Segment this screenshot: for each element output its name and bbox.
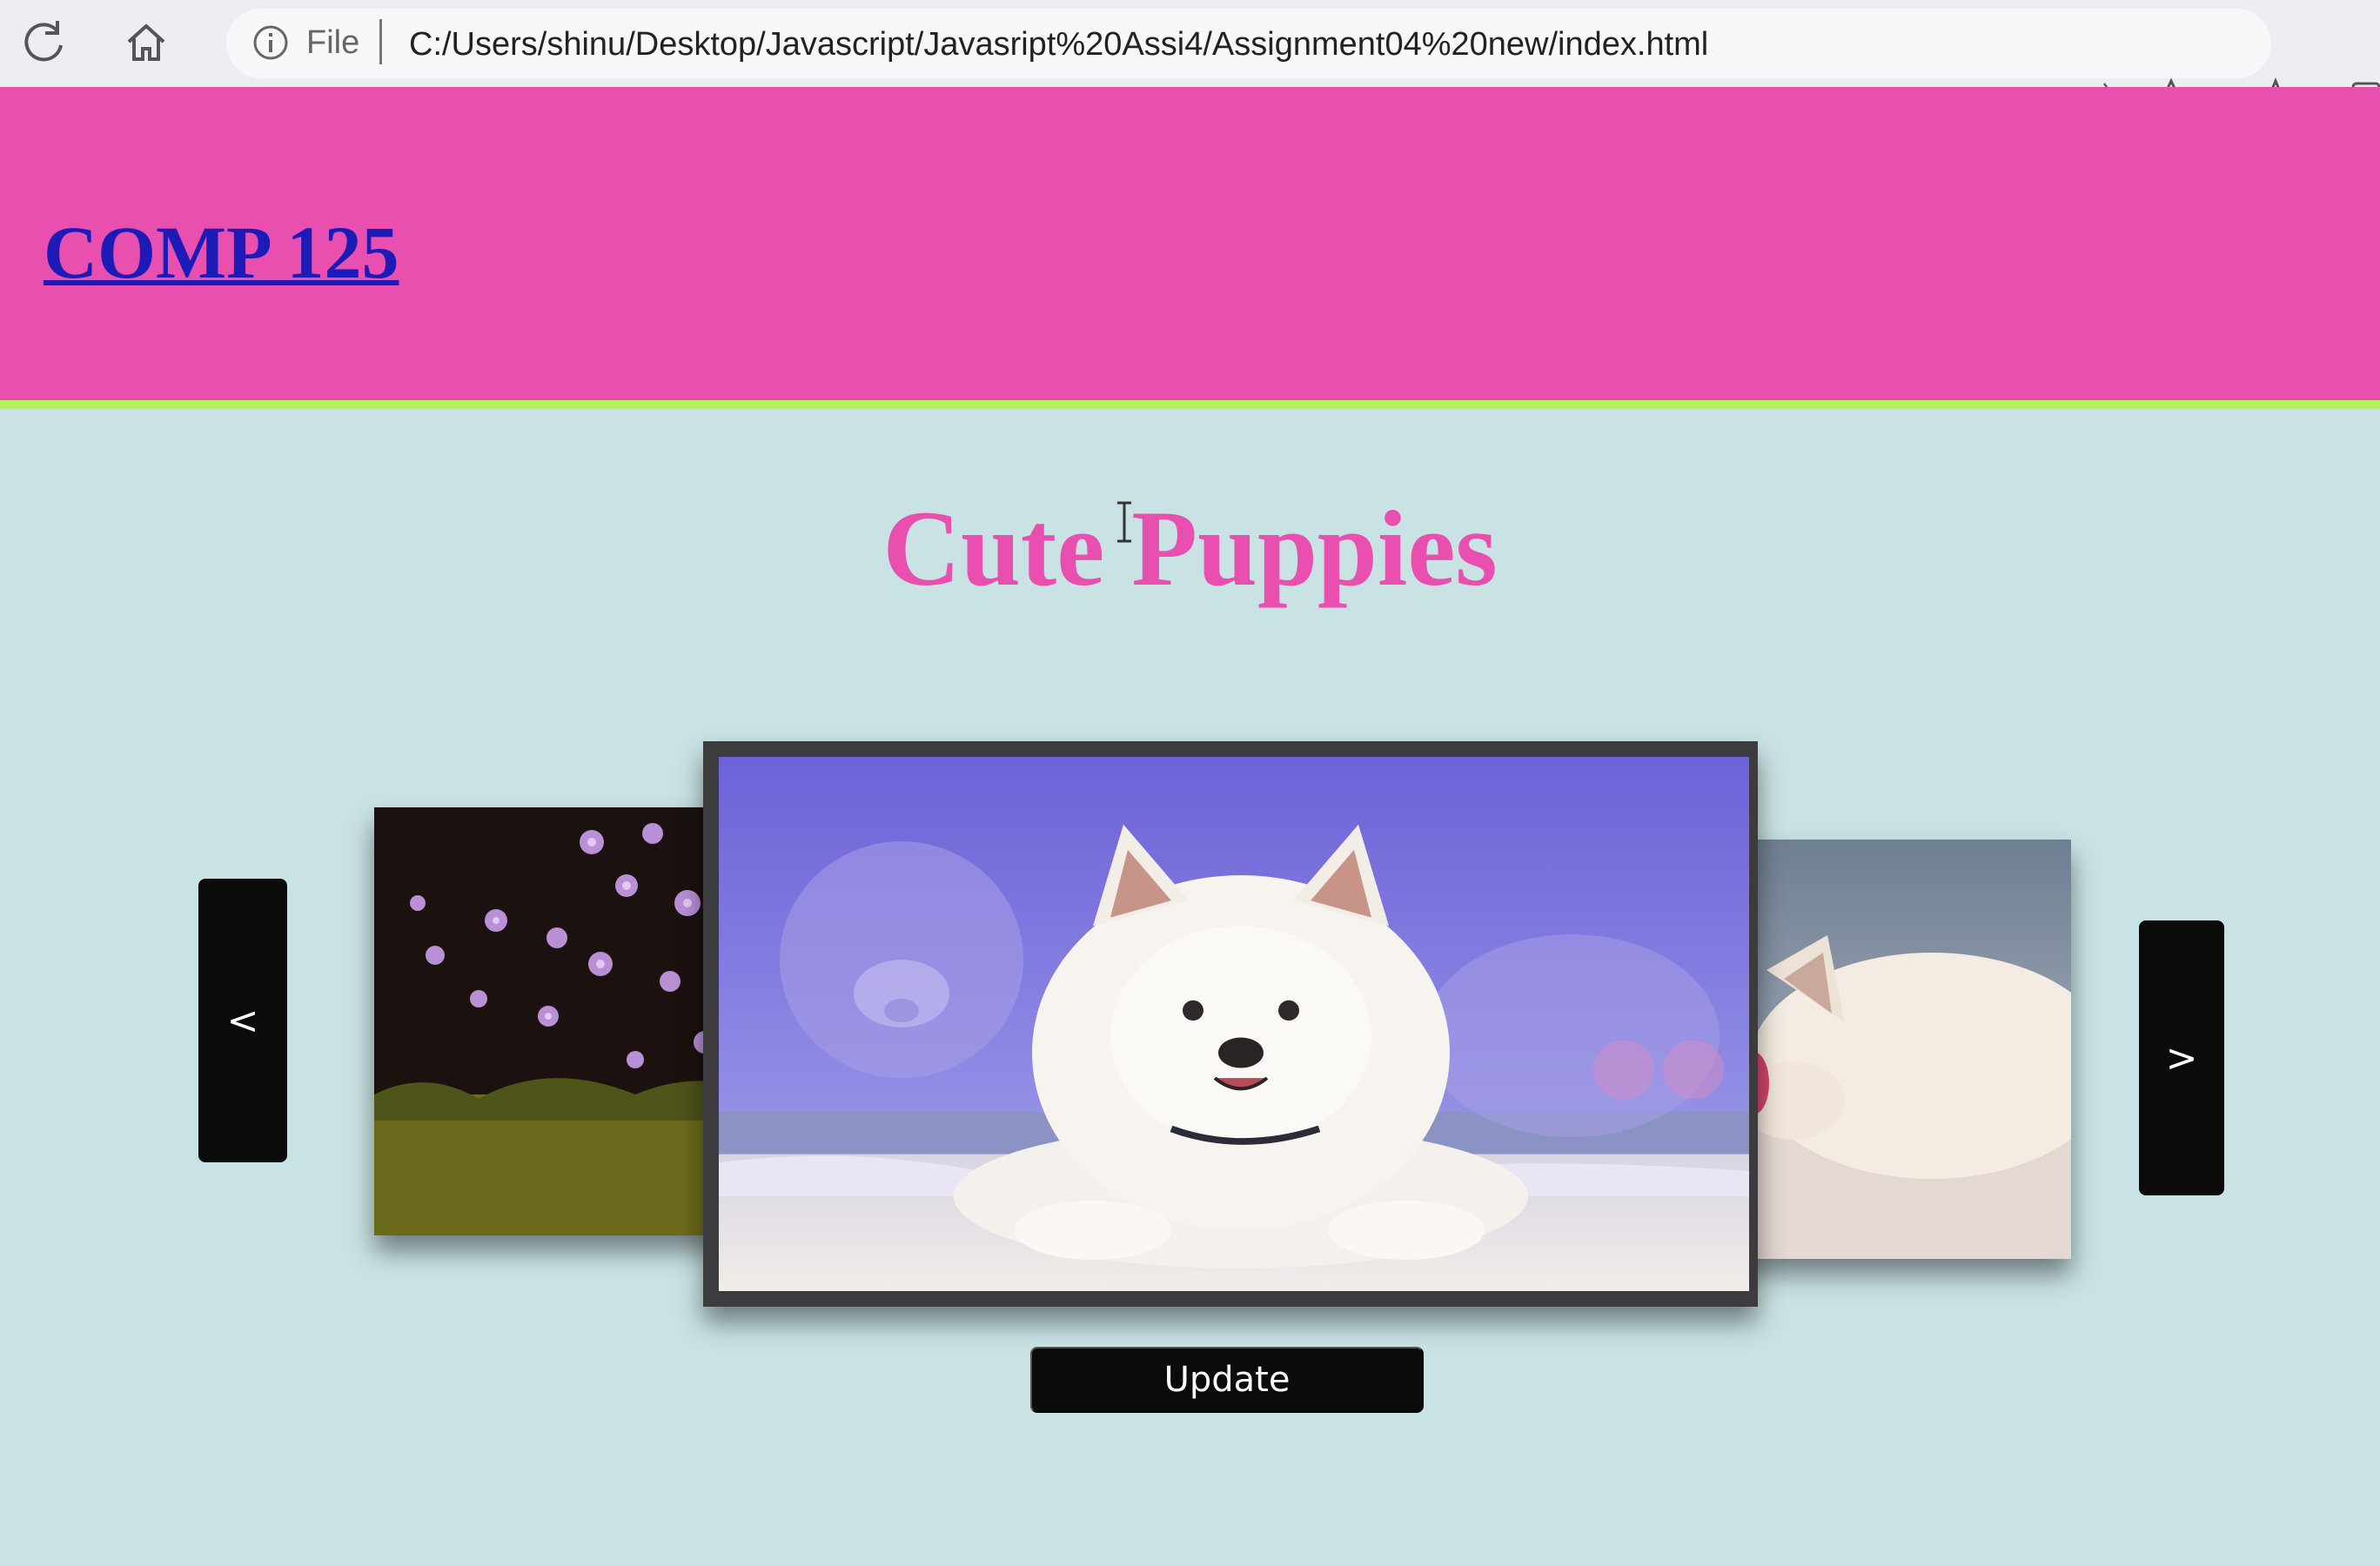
url-text[interactable]: C:/Users/shinu/Desktop/Javascript/Javasr…: [409, 26, 1708, 64]
previous-slide-button[interactable]: <: [198, 879, 287, 1162]
sleeping-puppy-image: [1732, 840, 2071, 1259]
white-puppy-beach-image: [719, 757, 1749, 1291]
site-title-link[interactable]: COMP 125: [44, 209, 399, 296]
update-button[interactable]: Update: [1030, 1347, 1424, 1413]
white-puppy-beach-slide: [703, 741, 1758, 1307]
flowers-image: [374, 807, 740, 1235]
page-header: COMP 125: [0, 87, 2380, 409]
flowers-slide: [374, 807, 740, 1235]
page-heading: Cute Puppies: [882, 489, 1498, 608]
refresh-icon[interactable]: [17, 16, 70, 68]
address-separator: [379, 19, 382, 64]
address-bar[interactable]: File C:/Users/shinu/Desktop/Javascript/J…: [226, 9, 2271, 78]
home-icon[interactable]: [120, 16, 172, 68]
sleeping-puppy-slide: [1732, 840, 2071, 1259]
text-cursor-icon: [1117, 501, 1131, 543]
next-slide-button[interactable]: >: [2139, 920, 2224, 1195]
info-icon[interactable]: [252, 24, 289, 61]
address-scheme-label: File: [306, 24, 360, 61]
